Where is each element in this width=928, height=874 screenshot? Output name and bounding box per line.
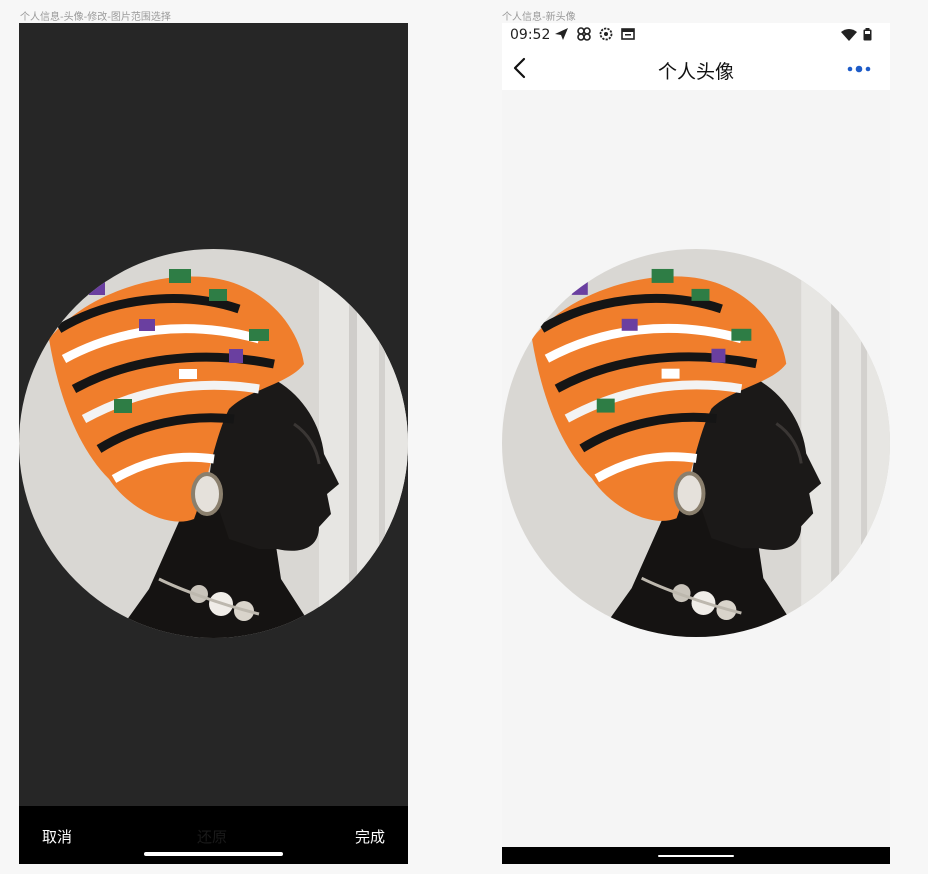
frame-caption-new-avatar: 个人信息-新头像 — [502, 12, 576, 23]
status-bar: 09:52 — [502, 23, 890, 49]
pinwheel-icon — [577, 27, 591, 41]
gesture-bar — [502, 847, 890, 864]
portrait-image — [502, 249, 890, 637]
crop-action-bar: 取消 还原 完成 — [19, 806, 408, 864]
crop-selection-circle[interactable] — [19, 249, 408, 638]
more-dots-icon[interactable] — [846, 61, 872, 77]
settings-icon — [599, 27, 613, 41]
page-title: 个人头像 — [657, 61, 734, 83]
crop-screen: 取消 还原 完成 — [19, 23, 408, 864]
avatar-screen: 09:52 个人头像 — [502, 23, 890, 864]
done-button[interactable]: 完成 — [355, 826, 385, 847]
send-icon — [555, 28, 568, 40]
home-indicator[interactable] — [144, 852, 283, 856]
status-time: 09:52 — [510, 27, 551, 43]
wifi-icon — [841, 28, 857, 41]
portrait-image — [19, 249, 408, 638]
calendar-icon — [621, 28, 635, 40]
restore-button[interactable]: 还原 — [197, 826, 227, 847]
home-indicator[interactable] — [658, 855, 734, 857]
nav-bar: 个人头像 — [502, 49, 890, 90]
frame-caption-crop: 个人信息-头像-修改-图片范围选择 — [20, 12, 171, 23]
cancel-button[interactable]: 取消 — [42, 826, 72, 847]
avatar-image[interactable] — [502, 249, 890, 637]
battery-icon — [863, 28, 872, 41]
